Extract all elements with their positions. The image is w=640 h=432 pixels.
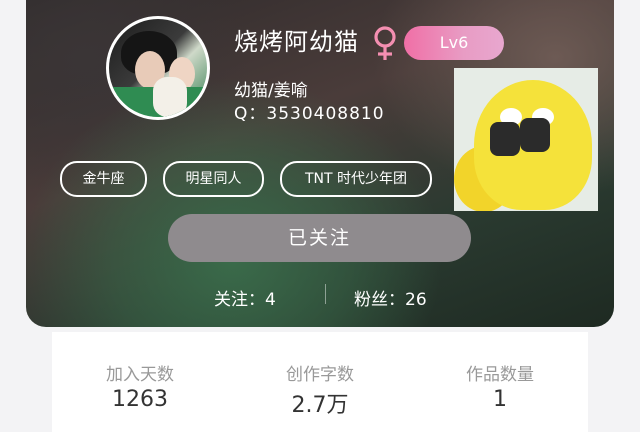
following-label: 关注：: [214, 290, 265, 310]
stat-divider: [325, 284, 326, 304]
following-count: 4: [265, 290, 276, 310]
stat-word-count: 创作字数 2.7万: [250, 360, 390, 419]
stat-join-days: 加入天数 1263: [70, 360, 210, 412]
username: 烧烤阿幼猫: [234, 28, 359, 56]
featured-image[interactable]: [454, 68, 598, 211]
avatar[interactable]: [106, 16, 210, 120]
stat-works-count: 作品数量 1: [430, 360, 570, 412]
stat-label: 创作字数: [286, 365, 354, 385]
qq-number: Q：3530408810: [234, 104, 385, 124]
tag-fandom[interactable]: TNT 时代少年团: [280, 161, 432, 197]
stat-label: 作品数量: [466, 365, 534, 385]
stat-value: 1: [493, 387, 507, 412]
following-stat[interactable]: 关注：4: [214, 285, 276, 310]
stat-value: 2.7万: [291, 393, 349, 418]
follow-button[interactable]: 已关注: [168, 214, 471, 262]
stat-value: 1263: [112, 387, 168, 412]
stats-panel: 加入天数 1263 创作字数 2.7万 作品数量 1: [52, 332, 588, 432]
fans-count: 26: [405, 290, 427, 310]
alias-text: 幼猫/姜喻: [234, 81, 308, 101]
tag-fanfic-category[interactable]: 明星同人: [163, 161, 264, 197]
stat-label: 加入天数: [106, 365, 174, 385]
tag-zodiac[interactable]: 金牛座: [60, 161, 147, 197]
female-symbol-icon: [374, 26, 396, 60]
level-badge: Lv6: [404, 26, 504, 60]
fans-label: 粉丝：: [354, 290, 405, 310]
fans-stat[interactable]: 粉丝：26: [354, 285, 427, 310]
